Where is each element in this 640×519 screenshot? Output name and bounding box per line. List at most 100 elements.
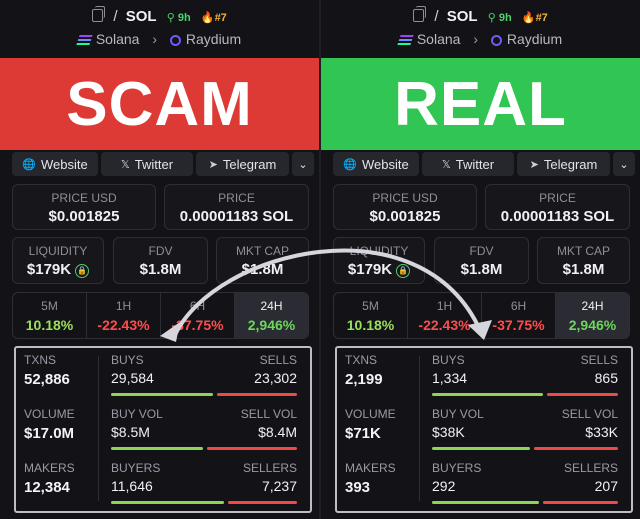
sells-bar bbox=[217, 393, 297, 396]
txns-stat: TXNS 52,886 bbox=[24, 353, 70, 388]
sell-vol-value: $33K bbox=[585, 424, 618, 440]
tab-5m[interactable]: 5M 10.18% bbox=[334, 293, 408, 338]
tab-5m-value: 10.18% bbox=[346, 317, 395, 333]
dex-name[interactable]: Raydium bbox=[186, 31, 241, 47]
makers-value: 393 bbox=[345, 479, 371, 496]
copy-icon[interactable] bbox=[92, 6, 106, 22]
mktcap-value: $1.8M bbox=[562, 261, 605, 278]
sellers-bar bbox=[542, 501, 618, 504]
x-icon: 𝕏 bbox=[120, 158, 130, 171]
tab-24h[interactable]: 24H 2,946% bbox=[556, 293, 629, 338]
mktcap-label: MKT CAP bbox=[556, 244, 611, 258]
tab-24h[interactable]: 24H 2,946% bbox=[235, 293, 308, 338]
pair-age-badge: ⚲ 9h bbox=[166, 12, 191, 24]
price-native-box: PRICE 0.00001183 SOL bbox=[485, 184, 630, 230]
price-change-tabs: 5M 10.18% 1H -22.43% 6H -37.75% 24H 2,946% bbox=[333, 292, 630, 339]
sell-vol-label: SELL VOL bbox=[240, 407, 297, 421]
tab-1h[interactable]: 1H -22.43% bbox=[408, 293, 482, 338]
tab-24h-value: 2,946% bbox=[247, 317, 296, 333]
chevron-right-icon: › bbox=[473, 31, 478, 47]
token-panel-real: / SOL ⚲ 9h 🔥#7 Solana › Raydium REAL 🌐 We… bbox=[321, 0, 640, 519]
dex-name[interactable]: Raydium bbox=[507, 31, 562, 47]
sells-label: SELLS bbox=[259, 353, 297, 367]
chevron-right-icon: › bbox=[152, 31, 157, 47]
volume-value: $17.0M bbox=[24, 425, 75, 442]
liquidity-value: $179K bbox=[26, 261, 72, 278]
twitter-label: Twitter bbox=[134, 156, 174, 172]
website-label: Website bbox=[40, 156, 88, 172]
transactions-box: TXNS 2,199 VOLUME $71K MAKERS 393 BUYS SE… bbox=[335, 346, 633, 513]
solana-icon bbox=[76, 35, 93, 45]
tab-6h[interactable]: 6H -37.75% bbox=[161, 293, 235, 338]
buys-label: BUYS bbox=[432, 353, 465, 367]
tab-1h[interactable]: 1H -22.43% bbox=[87, 293, 161, 338]
tab-6h-label: 6H bbox=[510, 299, 527, 313]
sell-vol-bar bbox=[533, 447, 618, 450]
makers-stat: MAKERS 12,384 bbox=[24, 461, 75, 496]
telegram-icon: ➤ bbox=[529, 158, 539, 171]
buyers-bar bbox=[111, 501, 224, 504]
transactions-box: TXNS 52,886 VOLUME $17.0M MAKERS 12,384 … bbox=[14, 346, 312, 513]
tab-5m-value: 10.18% bbox=[25, 317, 74, 333]
tab-5m[interactable]: 5M 10.18% bbox=[13, 293, 87, 338]
sellers-value: 7,237 bbox=[261, 478, 297, 494]
twitter-button[interactable]: 𝕏 Twitter bbox=[101, 152, 193, 176]
makers-stat: MAKERS 393 bbox=[345, 461, 396, 496]
tab-24h-value: 2,946% bbox=[568, 317, 617, 333]
volume-label: VOLUME bbox=[24, 407, 75, 421]
txns-label: TXNS bbox=[345, 353, 378, 367]
price-usd-value: $0.001825 bbox=[48, 208, 120, 225]
telegram-button[interactable]: ➤ Telegram bbox=[196, 152, 289, 176]
price-native-value: 0.00001183 SOL bbox=[500, 208, 615, 225]
vol-bar bbox=[111, 447, 297, 450]
tab-6h[interactable]: 6H -37.75% bbox=[482, 293, 556, 338]
chain-name[interactable]: Solana bbox=[96, 31, 140, 47]
website-button[interactable]: 🌐 Website bbox=[12, 152, 98, 176]
website-button[interactable]: 🌐 Website bbox=[333, 152, 419, 176]
social-links: 🌐 Website 𝕏 Twitter ➤ Telegram ⌄ bbox=[333, 152, 635, 176]
liquidity-value: $179K bbox=[347, 261, 393, 278]
tab-1h-value: -22.43% bbox=[97, 317, 150, 333]
telegram-button[interactable]: ➤ Telegram bbox=[517, 152, 610, 176]
buyers-bar bbox=[432, 501, 539, 504]
fdv-label: FDV bbox=[469, 244, 494, 258]
buyers-sellers-row: BUYERS SELLERS 11,646 7,237 bbox=[111, 461, 297, 504]
twitter-button[interactable]: 𝕏 Twitter bbox=[422, 152, 514, 176]
token-panel-scam: / SOL ⚲ 9h 🔥#7 Solana › Raydium SCAM 🌐 We… bbox=[0, 0, 319, 519]
tab-6h-value: -37.75% bbox=[171, 317, 224, 333]
price-native-box: PRICE 0.00001183 SOL bbox=[164, 184, 309, 230]
mktcap-value: $1.8M bbox=[241, 261, 284, 278]
tab-24h-label: 24H bbox=[260, 299, 283, 313]
chain-name[interactable]: Solana bbox=[417, 31, 461, 47]
tab-5m-label: 5M bbox=[362, 299, 379, 313]
pair-age-badge: ⚲ 9h bbox=[487, 12, 512, 24]
vol-bar bbox=[432, 447, 618, 450]
volume-stat: VOLUME $71K bbox=[345, 407, 396, 442]
stats-divider bbox=[419, 356, 420, 501]
sells-bar bbox=[546, 393, 618, 396]
breadcrumb: Solana › Raydium bbox=[0, 31, 319, 47]
globe-icon: 🌐 bbox=[343, 158, 357, 171]
pair-symbol: SOL bbox=[446, 8, 478, 25]
price-usd-box: PRICE USD $0.001825 bbox=[333, 184, 477, 230]
copy-icon[interactable] bbox=[413, 6, 427, 22]
sell-vol-bar bbox=[206, 447, 297, 450]
more-links-button[interactable]: ⌄ bbox=[613, 152, 635, 176]
buys-bar bbox=[432, 393, 543, 396]
buys-sells-bar bbox=[111, 393, 297, 396]
pair-age: 9h bbox=[177, 12, 191, 24]
tab-1h-label: 1H bbox=[115, 299, 132, 313]
buy-vol-label: BUY VOL bbox=[432, 407, 484, 421]
more-links-button[interactable]: ⌄ bbox=[292, 152, 314, 176]
price-native-label: PRICE bbox=[218, 191, 255, 205]
buys-label: BUYS bbox=[111, 353, 144, 367]
lock-icon: 🔒 bbox=[75, 264, 90, 278]
telegram-icon: ➤ bbox=[208, 158, 218, 171]
trending-rank-badge: 🔥#7 bbox=[521, 12, 548, 24]
trending-rank-badge: 🔥#7 bbox=[200, 12, 227, 24]
globe-icon: 🌐 bbox=[22, 158, 36, 171]
telegram-label: Telegram bbox=[222, 156, 277, 172]
mktcap-box: MKT CAP $1.8M bbox=[537, 237, 630, 284]
tab-5m-label: 5M bbox=[41, 299, 58, 313]
fdv-label: FDV bbox=[148, 244, 173, 258]
